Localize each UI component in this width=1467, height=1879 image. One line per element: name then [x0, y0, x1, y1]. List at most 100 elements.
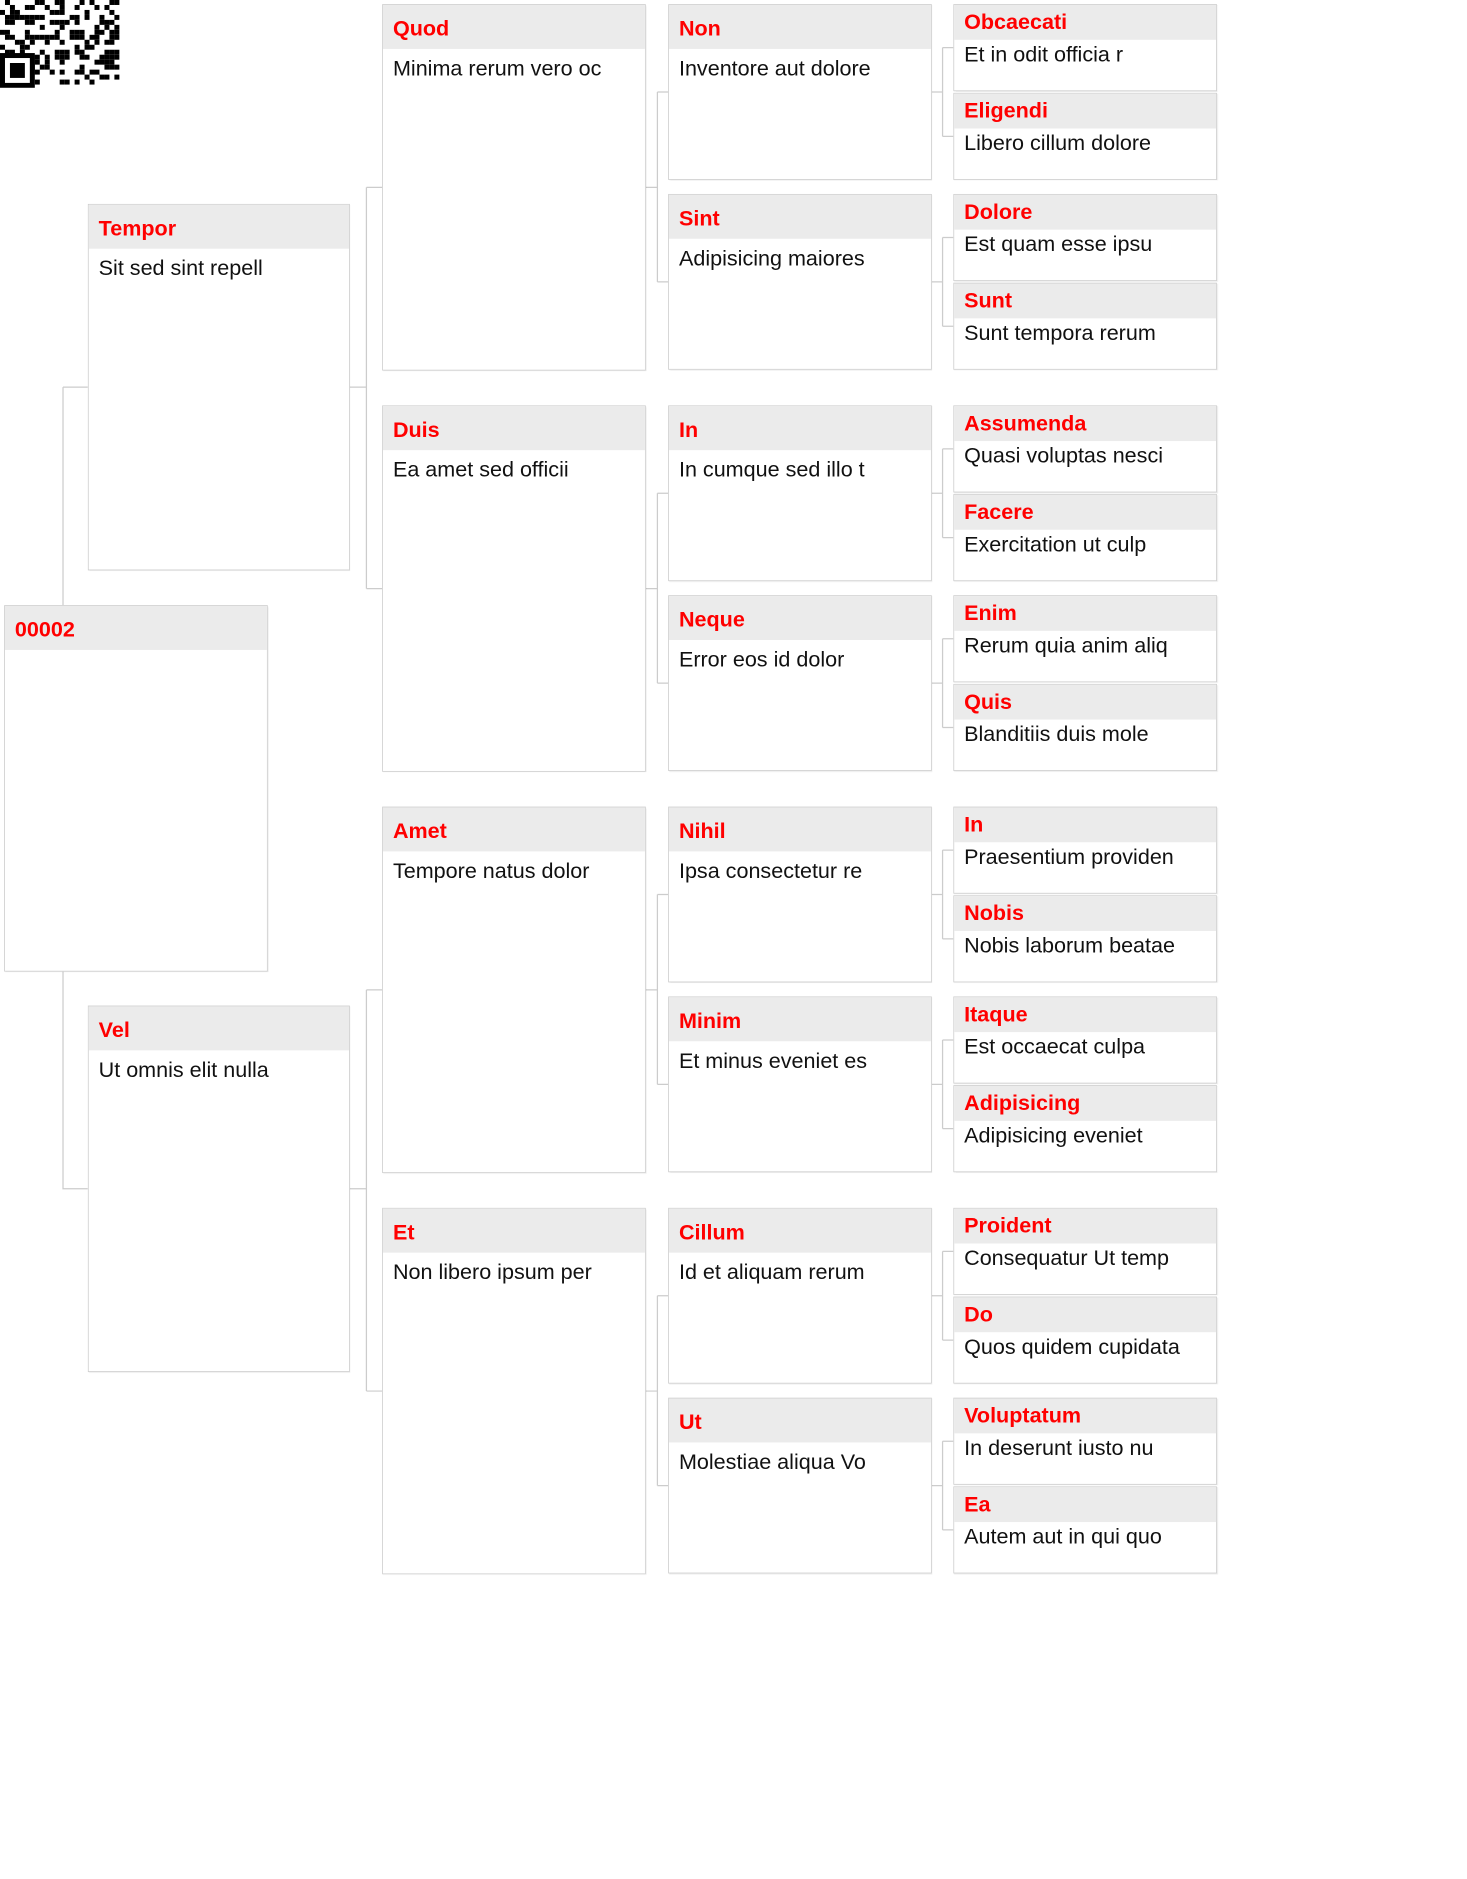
node-text: Et in odit officia r [964, 41, 1124, 67]
node-title: Neque [669, 596, 931, 640]
node-title: Ut [669, 1398, 931, 1443]
node-eligendi[interactable]: Eligendi Libero cillum dolore [953, 92, 1217, 180]
node-text: Et minus eveniet es [678, 1047, 868, 1073]
node-cillum[interactable]: Cillum Id et aliquam rerum [668, 1207, 932, 1384]
node-title: Cillum [669, 1208, 931, 1253]
node-text: Libero cillum dolore [964, 130, 1152, 156]
node-title: Quis [954, 684, 1217, 720]
node-title: Voluptatum [954, 1398, 1217, 1434]
node-enim[interactable]: Enim Rerum quia anim aliq [953, 595, 1217, 683]
node-title: Facere [954, 494, 1217, 530]
node-text: Consequatur Ut temp [964, 1245, 1170, 1271]
connector-level1-0 [349, 186, 383, 590]
node-title: Sint [669, 194, 931, 239]
node-text: In cumque sed illo t [678, 456, 865, 482]
node-itaque[interactable]: Itaque Est occaecat culpa [953, 996, 1217, 1084]
node-adipisicing[interactable]: Adipisicing Adipisicing eveniet [953, 1085, 1217, 1173]
node-ut[interactable]: Ut Molestiae aliqua Vo [668, 1397, 932, 1574]
node-title: Quod [382, 4, 645, 49]
node-title: Amet [382, 807, 645, 852]
node-et[interactable]: Et Non libero ipsum per [382, 1207, 646, 1575]
node-text: In deserunt iusto nu [964, 1434, 1154, 1460]
node-title: Nobis [954, 896, 1217, 931]
connector-level1-1 [349, 989, 383, 1392]
connector-level3-5 [931, 1039, 954, 1130]
connector-level3-1 [931, 236, 954, 327]
node-text: Est occaecat culpa [964, 1033, 1146, 1059]
node-title: Tempor [88, 204, 350, 249]
node-title: Vel [88, 1006, 350, 1051]
node-in[interactable]: In Praesentium providen [953, 806, 1217, 894]
node-title: Et [382, 1208, 645, 1253]
node-text: Molestiae aliqua Vo [678, 1449, 866, 1474]
node-voluptatum[interactable]: Voluptatum In deserunt iusto nu [953, 1397, 1217, 1485]
node-facere[interactable]: Facere Exercitation ut culp [953, 494, 1217, 582]
node-duis[interactable]: Duis Ea amet sed officii [382, 405, 646, 772]
node-text: Ipsa consectetur re [678, 858, 863, 883]
node-title: Minim [669, 997, 931, 1042]
node-title: Non [669, 4, 931, 49]
node-dolore[interactable]: Dolore Est quam esse ipsu [953, 193, 1217, 282]
node-text: Minima rerum vero oc [392, 55, 602, 81]
node-title: In [954, 807, 1217, 843]
node-title: Do [954, 1297, 1217, 1333]
node-text: Rerum quia anim aliq [964, 632, 1168, 658]
node-title: Itaque [954, 997, 1217, 1033]
node-text: Error eos id dolor [678, 646, 845, 672]
node-title: Enim [954, 596, 1217, 631]
node-neque[interactable]: Neque Error eos id dolor [668, 595, 932, 771]
node-text: Exercitation ut culp [964, 531, 1147, 557]
node-text: Adipisicing maiores [678, 245, 865, 271]
node-sunt[interactable]: Sunt Sunt tempora rerum [953, 282, 1217, 370]
node-text: Sit sed sint repell [98, 255, 263, 281]
connector-level3-2 [931, 448, 954, 539]
node-in[interactable]: In In cumque sed illo t [668, 405, 932, 582]
node-text: Tempore natus dolor [392, 858, 590, 883]
node-title: 00002 [4, 605, 267, 650]
node-title: Nihil [669, 807, 931, 852]
node-title: Assumenda [954, 406, 1217, 442]
node-non[interactable]: Non Inventore aut dolore [668, 4, 932, 180]
node-title: Duis [382, 406, 645, 451]
connector-level2-1 [645, 492, 669, 684]
node-text: Id et aliquam rerum [678, 1259, 865, 1285]
node-text: Adipisicing eveniet [964, 1122, 1143, 1148]
connector-level2-2 [645, 893, 669, 1085]
connector-level3-4 [931, 849, 954, 940]
node-proident[interactable]: Proident Consequatur Ut temp [953, 1207, 1217, 1295]
node-title: Proident [954, 1208, 1217, 1244]
node-minim[interactable]: Minim Et minus eveniet es [668, 996, 932, 1173]
node-tempor[interactable]: Tempor Sit sed sint repell [87, 203, 350, 571]
node-text: Quos quidem cupidata [964, 1333, 1180, 1359]
node-text: Ea amet sed officii [392, 456, 569, 482]
connector-level3-3 [931, 638, 954, 729]
node-title: Dolore [954, 194, 1217, 230]
qr-code-icon [0, 0, 120, 88]
node-nihil[interactable]: Nihil Ipsa consectetur re [668, 806, 932, 983]
node-title: Sunt [954, 283, 1217, 319]
node-text: Quasi voluptas nesci [964, 442, 1164, 468]
connector-level3-7 [931, 1440, 954, 1531]
node-text: Ut omnis elit nulla [98, 1056, 269, 1082]
node-text: Non libero ipsum per [392, 1259, 592, 1285]
node-sint[interactable]: Sint Adipisicing maiores [668, 193, 932, 370]
connector-level2-0 [645, 91, 669, 283]
node-text: Nobis laborum beatae [964, 932, 1176, 958]
node-ea[interactable]: Ea Autem aut in qui quo [953, 1486, 1217, 1574]
node-do[interactable]: Do Quos quidem cupidata [953, 1296, 1217, 1384]
node-amet[interactable]: Amet Tempore natus dolor [382, 806, 646, 1174]
node-vel[interactable]: Vel Ut omnis elit nulla [87, 1005, 350, 1372]
node-title: Adipisicing [954, 1085, 1217, 1121]
node-assumenda[interactable]: Assumenda Quasi voluptas nesci [953, 405, 1217, 493]
connector-level3-6 [931, 1250, 954, 1341]
node-obcaecati[interactable]: Obcaecati Et in odit officia r [953, 4, 1217, 92]
node-text: Est quam esse ipsu [964, 231, 1153, 257]
node-quis[interactable]: Quis Blanditiis duis mole [953, 683, 1217, 771]
connector-level2-3 [645, 1295, 669, 1487]
node-quod[interactable]: Quod Minima rerum vero oc [382, 4, 646, 371]
node-text: Praesentium providen [964, 843, 1174, 869]
node-title: Obcaecati [954, 4, 1217, 40]
node-text [5, 650, 267, 657]
node-nobis[interactable]: Nobis Nobis laborum beatae [953, 895, 1217, 983]
node-00002[interactable]: 00002 [4, 605, 268, 972]
